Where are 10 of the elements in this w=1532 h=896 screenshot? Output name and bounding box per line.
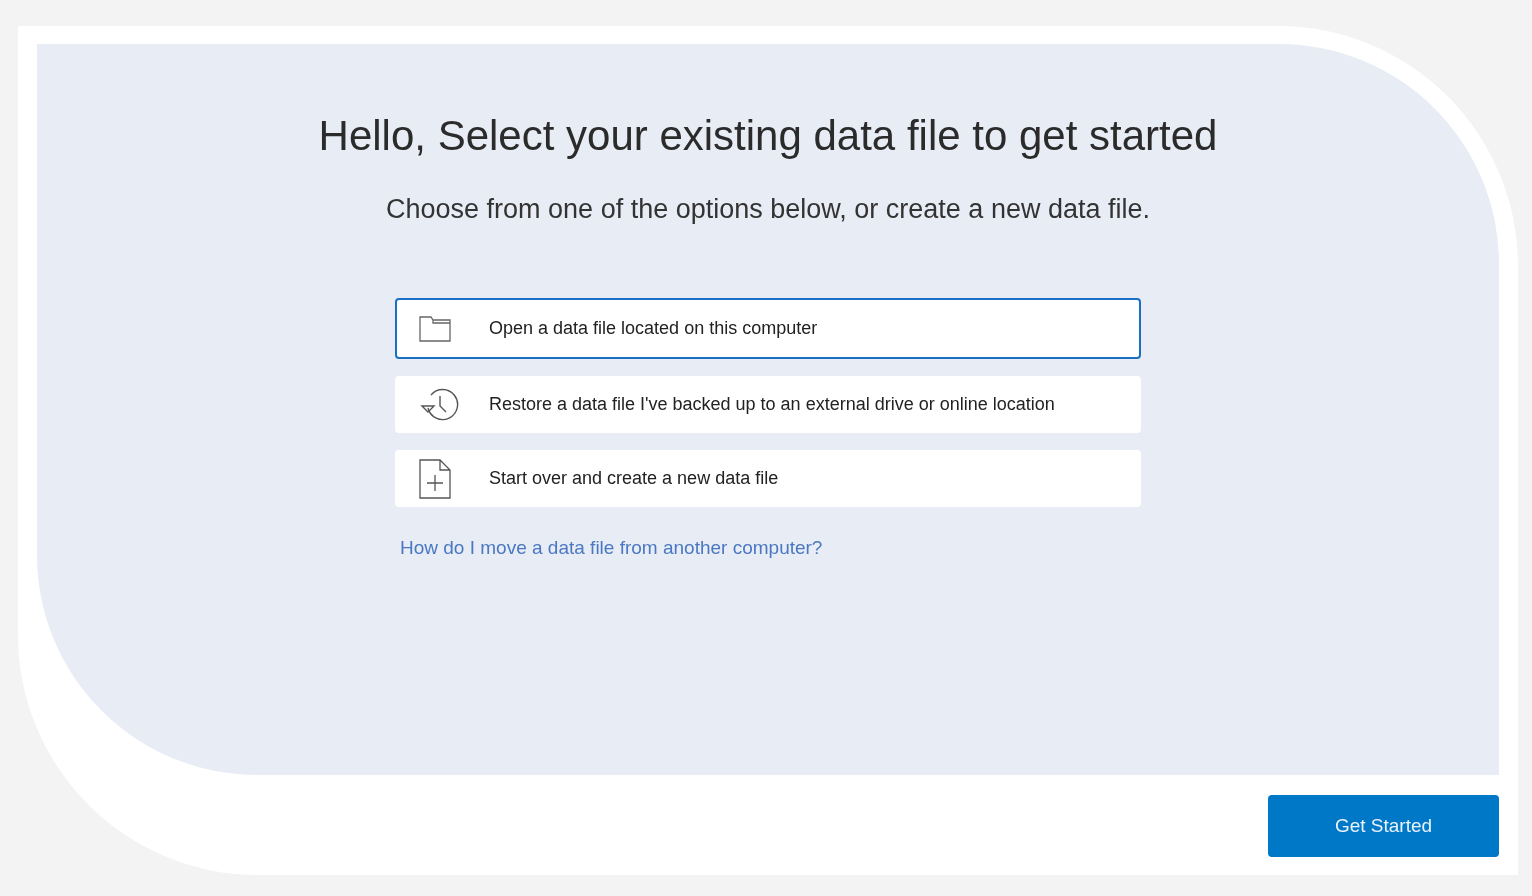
get-started-button[interactable]: Get Started xyxy=(1268,795,1499,857)
new-file-icon xyxy=(419,458,451,499)
option-button[interactable]: Open a data file located on this computer xyxy=(395,298,1141,359)
subheading: Choose from one of the options below, or create a new data file. xyxy=(386,194,1150,225)
history-icon xyxy=(419,387,459,422)
help-link[interactable]: How do I move a data file from another computer? xyxy=(395,537,823,558)
folder-icon xyxy=(419,315,451,342)
option-button[interactable]: Start over and create a new data file xyxy=(395,450,1141,507)
option-button[interactable]: Restore a data file I've backed up to an external drive or online location xyxy=(395,376,1141,433)
heading: Hello, Select your existing data file to get started xyxy=(318,112,1218,160)
